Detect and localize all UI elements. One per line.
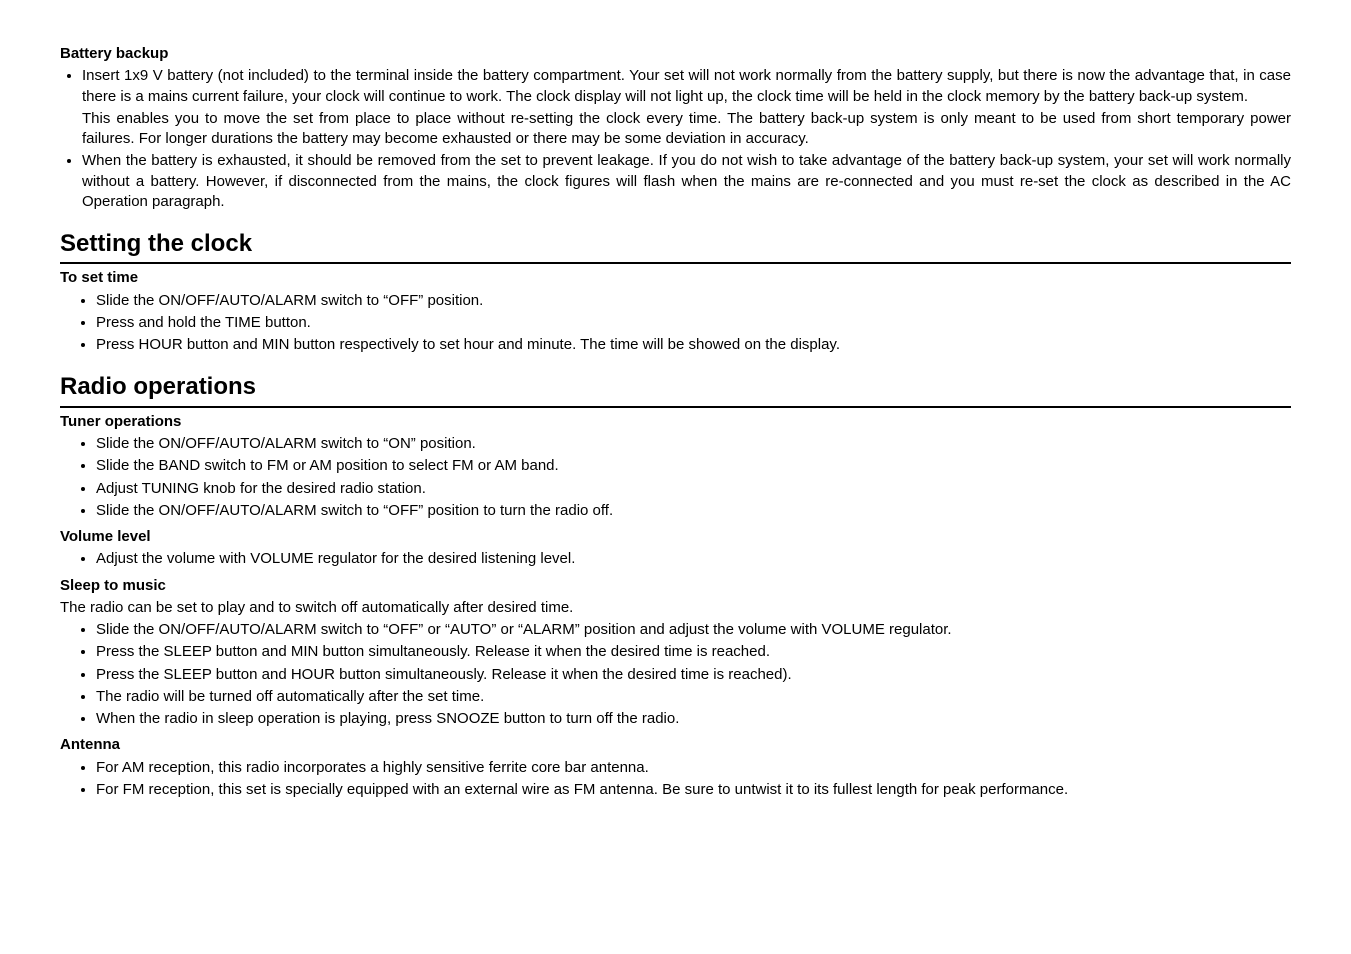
antenna-list: For AM reception, this radio incorporate… xyxy=(60,758,1291,801)
sleep-to-music-heading: Sleep to music xyxy=(60,576,1291,596)
sleep-to-music-intro: The radio can be set to play and to swit… xyxy=(60,598,1291,618)
to-set-time-heading: To set time xyxy=(60,268,1291,288)
to-set-time-list: Slide the ON/OFF/AUTO/ALARM switch to “O… xyxy=(60,291,1291,356)
list-item: Press and hold the TIME button. xyxy=(96,313,1291,333)
list-item: Press the SLEEP button and MIN button si… xyxy=(96,642,1291,662)
antenna-heading: Antenna xyxy=(60,735,1291,755)
tuner-operations-list: Slide the ON/OFF/AUTO/ALARM switch to “O… xyxy=(60,434,1291,521)
list-item: The radio will be turned off automatical… xyxy=(96,687,1291,707)
list-item: When the radio in sleep operation is pla… xyxy=(96,709,1291,729)
list-item-text-cont: This enables you to move the set from pl… xyxy=(82,109,1291,150)
volume-level-list: Adjust the volume with VOLUME regulator … xyxy=(60,549,1291,569)
list-item: Slide the ON/OFF/AUTO/ALARM switch to “O… xyxy=(96,501,1291,521)
volume-level-heading: Volume level xyxy=(60,527,1291,547)
list-item: Slide the BAND switch to FM or AM positi… xyxy=(96,456,1291,476)
list-item: When the battery is exhausted, it should… xyxy=(82,151,1291,212)
list-item: Press the SLEEP button and HOUR button s… xyxy=(96,665,1291,685)
list-item: Slide the ON/OFF/AUTO/ALARM switch to “O… xyxy=(96,620,1291,640)
tuner-operations-heading: Tuner operations xyxy=(60,412,1291,432)
list-item: Slide the ON/OFF/AUTO/ALARM switch to “O… xyxy=(96,291,1291,311)
setting-clock-title: Setting the clock xyxy=(60,228,1291,264)
sleep-to-music-list: Slide the ON/OFF/AUTO/ALARM switch to “O… xyxy=(60,620,1291,729)
list-item: Insert 1x9 V battery (not included) to t… xyxy=(82,66,1291,149)
list-item: For AM reception, this radio incorporate… xyxy=(96,758,1291,778)
list-item: Slide the ON/OFF/AUTO/ALARM switch to “O… xyxy=(96,434,1291,454)
battery-backup-list: Insert 1x9 V battery (not included) to t… xyxy=(60,66,1291,212)
list-item: For FM reception, this set is specially … xyxy=(96,780,1291,800)
battery-backup-heading: Battery backup xyxy=(60,44,1291,64)
radio-operations-title: Radio operations xyxy=(60,371,1291,407)
list-item: Press HOUR button and MIN button respect… xyxy=(96,335,1291,355)
list-item-text: Insert 1x9 V battery (not included) to t… xyxy=(82,67,1291,104)
list-item: Adjust TUNING knob for the desired radio… xyxy=(96,479,1291,499)
list-item: Adjust the volume with VOLUME regulator … xyxy=(96,549,1291,569)
